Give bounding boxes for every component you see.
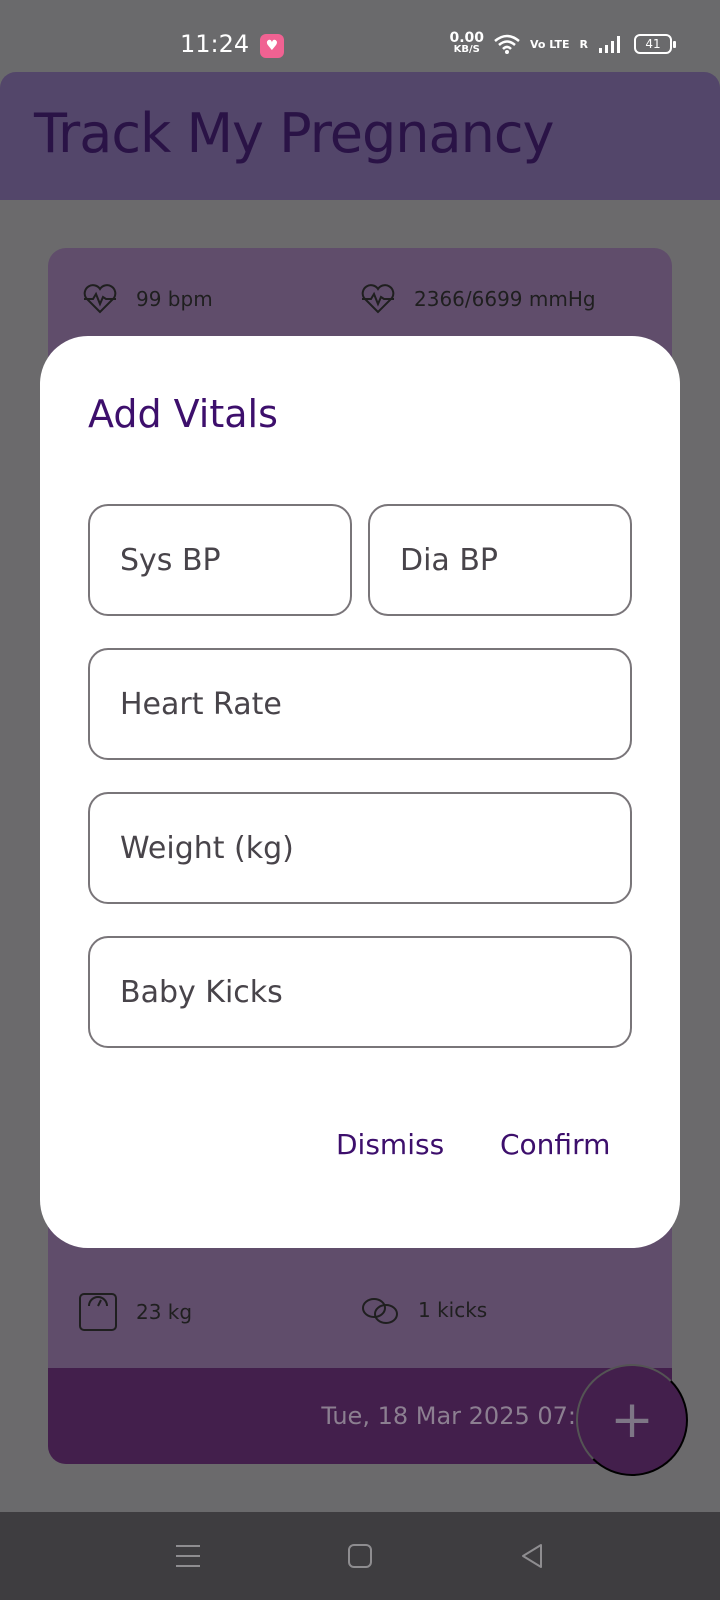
battery-level: 41 xyxy=(645,37,661,51)
weight-field[interactable]: Weight (kg) xyxy=(88,792,632,904)
battery-icon: 41 xyxy=(634,34,676,54)
heart-pulse-icon xyxy=(361,284,395,314)
heart-rate-row: 99 bpm xyxy=(82,284,213,314)
net-speed: 0.00 KB/S xyxy=(449,31,484,56)
health-app-icon: ♥ xyxy=(260,34,284,58)
square-home-icon[interactable] xyxy=(336,1532,384,1580)
signal-icon xyxy=(599,36,620,53)
net-speed-unit: KB/S xyxy=(453,44,480,55)
menu-icon[interactable] xyxy=(164,1532,212,1580)
system-nav-bar xyxy=(0,1512,720,1600)
heart-pulse-icon xyxy=(83,284,117,314)
dia-bp-placeholder: Dia BP xyxy=(400,542,499,578)
sys-bp-field[interactable]: Sys BP xyxy=(88,504,352,616)
volte-indicator: Vo LTE xyxy=(530,37,570,51)
triangle-back-icon[interactable] xyxy=(508,1532,556,1580)
sys-bp-placeholder: Sys BP xyxy=(120,542,221,578)
baby-kicks-field[interactable]: Baby Kicks xyxy=(88,936,632,1048)
heart-rate-placeholder: Heart Rate xyxy=(120,686,282,722)
scale-icon xyxy=(79,1293,117,1331)
blood-pressure-row: 2366/6699 mmHg xyxy=(360,284,596,314)
confirm-button[interactable]: Confirm xyxy=(500,1128,610,1161)
status-bar: 11:24 ♥ 0.00 KB/S Vo LTE R 41 xyxy=(0,0,720,72)
roaming-indicator: R xyxy=(579,37,588,51)
weight-row: 23 kg xyxy=(78,1292,192,1332)
app-bar: Track My Pregnancy xyxy=(0,72,720,200)
wifi-icon xyxy=(494,34,520,54)
status-time: 11:24 xyxy=(180,30,250,58)
heart-rate-value: 99 bpm xyxy=(136,287,213,311)
heart-rate-field[interactable]: Heart Rate xyxy=(88,648,632,760)
weight-placeholder: Weight (kg) xyxy=(120,830,294,866)
blood-pressure-value: 2366/6699 mmHg xyxy=(414,287,596,311)
add-vitals-dialog: Add Vitals Sys BP Dia BP Heart Rate Weig… xyxy=(40,336,680,1248)
dismiss-button[interactable]: Dismiss xyxy=(336,1128,444,1161)
kicks-value: 1 kicks xyxy=(418,1298,488,1322)
kicks-row: 1 kicks xyxy=(360,1294,487,1326)
dia-bp-field[interactable]: Dia BP xyxy=(368,504,632,616)
weight-value: 23 kg xyxy=(136,1300,193,1324)
app-title: Track My Pregnancy xyxy=(34,102,554,165)
add-vitals-fab[interactable]: + xyxy=(576,1364,688,1476)
status-indicators: 0.00 KB/S Vo LTE R 41 xyxy=(449,31,676,56)
record-date: Tue, 18 Mar 2025 07: xyxy=(321,1402,576,1430)
baby-feet-icon xyxy=(362,1298,398,1324)
baby-kicks-placeholder: Baby Kicks xyxy=(120,974,283,1010)
dialog-title: Add Vitals xyxy=(88,392,278,436)
